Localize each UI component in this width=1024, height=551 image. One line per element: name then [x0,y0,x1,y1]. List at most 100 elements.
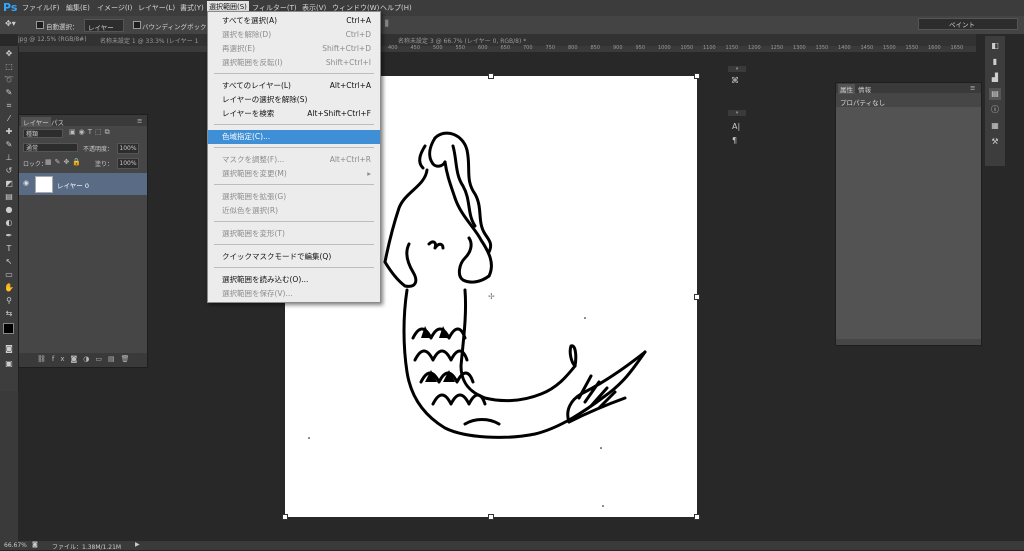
panel-menu-icon[interactable]: ≡ [137,117,142,125]
menu-file[interactable]: ファイル(F) [22,3,60,13]
healing-tool-icon[interactable]: ✚ [3,126,15,137]
menu-item-transform-selection[interactable]: 選択範囲を変形(T) [208,227,380,241]
zoom-level[interactable]: 66.67% [4,542,27,549]
info-icon[interactable]: ⓘ [989,104,1001,116]
pen-tool-icon[interactable]: ✒ [3,230,15,241]
status-menu-arrow-icon[interactable]: ▶ [135,541,140,548]
history-brush-icon[interactable]: ↺ [3,165,15,176]
menu-item-similar[interactable]: 近似色を選択(R) [208,204,380,218]
horizontal-ruler: 2002503003504004505005506006507007508008… [18,45,976,52]
ruler-tick-label: 1250 [770,45,784,51]
menu-item-deselect-layers[interactable]: レイヤーの選択を解除(S) [208,93,380,107]
menu-item-modify[interactable]: 選択範囲を変更(M) ▸ [208,167,380,181]
move-tool-icon[interactable]: ✥ [3,48,15,59]
ruler-tick-label: 1400 [838,45,851,51]
ruler-tick-label: 900 [613,45,623,51]
auto-select-checkbox[interactable] [36,21,44,29]
quick-select-tool-icon[interactable]: ✎ [3,87,15,98]
fill-field[interactable]: 100% [117,158,139,169]
type-tool-icon[interactable]: T [3,243,15,254]
auto-select-dropdown[interactable]: レイヤー [84,19,124,32]
menu-separator [214,124,374,125]
menu-item-load-selection[interactable]: 選択範囲を読み込む(O)... [208,273,380,287]
menu-edit[interactable]: 編集(E) [66,3,90,13]
gradient-tool-icon[interactable]: ▤ [3,191,15,202]
eyedropper-tool-icon[interactable]: ⁄ [3,113,15,124]
swap-colors-icon[interactable]: ⇆ [3,308,15,319]
character-panel-icon[interactable]: A| [732,122,740,131]
zoom-tool-icon[interactable]: ⚲ [3,295,15,306]
ruler-tick-label: 1000 [658,45,671,51]
menu-item-save-selection[interactable]: 選択範囲を保存(V)... [208,287,380,301]
paragraph-panel-icon[interactable]: ¶ [732,136,737,145]
menu-type[interactable]: 書式(Y) [180,3,204,13]
menu-separator [214,244,374,245]
histogram-icon[interactable]: ▟ [989,72,1001,84]
bbox-checkbox[interactable] [133,21,141,29]
eraser-tool-icon[interactable]: ◩ [3,178,15,189]
hand-tool-icon[interactable]: ✋ [3,282,15,293]
layer-kind-filter[interactable]: 種類 [23,129,63,138]
tab-doc-1[interactable]: jpg @ 12.5% (RGB/8#) [18,36,87,43]
menu-item-select-all[interactable]: すべてを選択(A) Ctrl+A [208,14,380,28]
crop-tool-icon[interactable]: ⌗ [3,100,15,111]
path-select-icon[interactable]: ↖ [3,256,15,267]
brush-tool-icon[interactable]: ✎ [3,139,15,150]
adjustments-icon[interactable]: ◧ [989,40,1001,52]
lasso-tool-icon[interactable]: ➰ [3,74,15,85]
layer-name[interactable]: レイヤー 0 [57,180,89,190]
move-tool-icon[interactable]: ✥▾ [5,19,16,28]
properties-icon[interactable]: ▤ [989,88,1001,100]
marquee-tool-icon[interactable]: ⬚ [3,61,15,72]
menu-help[interactable]: ヘルプ(H) [380,3,412,13]
menu-item-inverse[interactable]: 選択範囲を反転(I) Shift+Ctrl+I [208,56,380,70]
workspace-dropdown[interactable]: ペイント [918,18,1018,30]
menu-layer[interactable]: レイヤー(L) [138,3,175,13]
tab-doc-3[interactable]: 名称未設定 3 @ 66.7% (レイヤー 0, RGB/8) * [398,36,526,45]
levels-icon[interactable]: ▮ [989,56,1001,68]
collapse-arrows-icon-2[interactable]: » [728,110,746,116]
foreground-color-swatch[interactable] [3,323,14,334]
tab-layers[interactable]: レイヤー [21,117,51,127]
tab-info[interactable]: 情報 [858,84,871,94]
brush-presets-icon[interactable]: ▦ [989,120,1001,132]
menu-separator [214,73,374,74]
layer-action-icons[interactable]: ⛓fx◙◑▭▤🗑 [37,355,136,363]
quick-mask-icon[interactable]: ◙ [3,343,15,354]
menu-item-all-layers[interactable]: すべてのレイヤー(L) Alt+Ctrl+A [208,79,380,93]
properties-panel-header: 属性 情報 ≡ [836,83,981,94]
visibility-eye-icon[interactable]: ◉ [23,179,29,187]
opacity-field[interactable]: 100% [117,143,139,154]
blur-tool-icon[interactable]: ● [3,204,15,215]
history-panel-icon[interactable]: ⌘ [731,76,739,85]
screen-mode-icon[interactable]: ▣ [3,358,15,369]
tab-paths[interactable]: パス [51,117,64,127]
menu-item-deselect[interactable]: 選択を解除(D) Ctrl+D [208,28,380,42]
menu-item-reselect[interactable]: 再選択(E) Shift+Ctrl+D [208,42,380,56]
ruler-tick-label: 1350 [815,45,829,51]
lock-icons[interactable]: ▦✎✥🔒 [45,158,84,166]
layers-panel: レイヤー パス ≡ 種類 ▣◉T⬚⧉ 通常 不透明度： 100% ロック： ▦✎… [18,114,148,368]
layer-filter-icons[interactable]: ▣◉T⬚⧉ [69,128,113,137]
tab-doc-2[interactable]: 名称未設定 1 @ 33.3% (レイヤー 1 [100,36,198,45]
collapse-arrows-icon[interactable]: » [728,66,746,72]
layer-row[interactable]: ◉ レイヤー 0 [19,173,147,195]
ruler-tick-label: 950 [635,45,646,51]
align-icon[interactable]: ⫼ [385,19,389,29]
dodge-tool-icon[interactable]: ◐ [3,217,15,228]
menu-item-quick-mask[interactable]: クイックマスクモードで編集(Q) [208,250,380,264]
menu-item-color-range[interactable]: 色域指定(C)... [208,130,380,144]
tab-properties[interactable]: 属性 [838,84,855,94]
menu-item-refine-mask[interactable]: マスクを調整(F)... Alt+Ctrl+R [208,153,380,167]
panel-menu-icon[interactable]: ≡ [970,84,975,92]
shape-tool-icon[interactable]: ▭ [3,269,15,280]
ruler-tick-label: 1050 [680,45,694,51]
menu-item-grow[interactable]: 選択範囲を拡張(G) [208,190,380,204]
stamp-tool-icon[interactable]: ⊥ [3,152,15,163]
vertical-ruler [0,391,18,541]
tool-presets-icon[interactable]: ⚒ [989,136,1001,148]
blend-mode-dropdown[interactable]: 通常 [23,143,78,152]
menu-image[interactable]: イメージ(I) [97,3,132,13]
menu-item-find-layers[interactable]: レイヤーを検索 Alt+Shift+Ctrl+F [208,107,380,121]
status-bar: 66.67% ◙ ファイル：1.38M/1.21M ▶ [0,541,1024,551]
